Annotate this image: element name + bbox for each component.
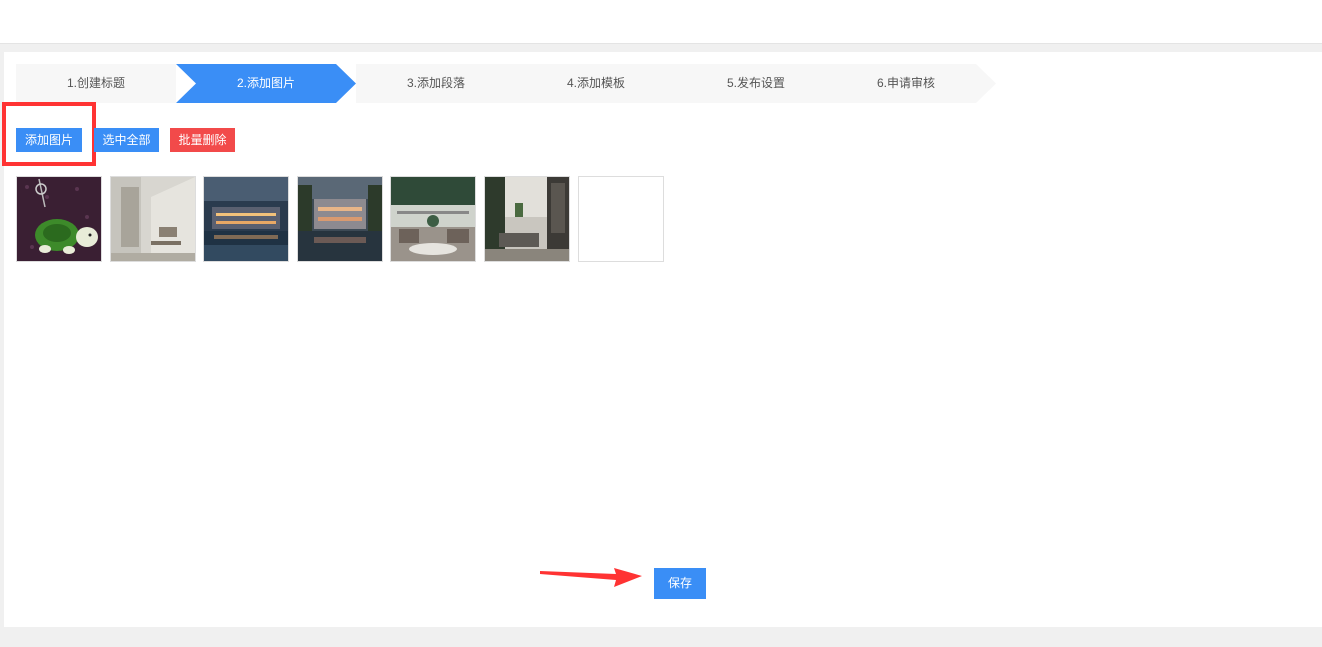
step-add-paragraph[interactable]: 3.添加段落: [356, 64, 516, 103]
arrow-annotation: [540, 568, 642, 587]
save-button[interactable]: 保存: [654, 568, 706, 599]
step-label: 5.发布设置: [726, 76, 785, 90]
image-thumbnail[interactable]: [110, 176, 196, 262]
select-all-button[interactable]: 选中全部: [94, 128, 159, 152]
empty-thumbnail-slot[interactable]: [578, 176, 664, 262]
top-bar: [0, 0, 1322, 44]
step-add-template[interactable]: 4.添加模板: [516, 64, 676, 103]
image-thumbnail[interactable]: [390, 176, 476, 262]
step-label: 4.添加模板: [566, 76, 625, 90]
image-thumbnail[interactable]: [203, 176, 289, 262]
step-wizard: 1.创建标题 2.添加图片 3.添加段落 4.添加模板 5.发布设置 6.申请审…: [16, 64, 996, 103]
step-add-image[interactable]: 2.添加图片: [176, 64, 356, 103]
step-label: 2.添加图片: [236, 76, 295, 90]
interior-room-image: [111, 177, 195, 261]
villa-night-image: [204, 177, 288, 261]
step-label: 3.添加段落: [406, 76, 465, 90]
batch-delete-button[interactable]: 批量删除: [170, 128, 235, 152]
living-room-image: [485, 177, 569, 261]
turtle-keychain-image: [17, 177, 101, 261]
step-create-title[interactable]: 1.创建标题: [16, 64, 176, 103]
step-publish-settings[interactable]: 5.发布设置: [676, 64, 836, 103]
image-thumbnail[interactable]: [297, 176, 383, 262]
image-thumbnail[interactable]: [16, 176, 102, 262]
step-label: 1.创建标题: [66, 76, 125, 90]
image-thumbnail[interactable]: [484, 176, 570, 262]
mansion-lake-image: [298, 177, 382, 261]
step-label: 6.申请审核: [876, 76, 935, 90]
step-apply-review[interactable]: 6.申请审核: [836, 64, 996, 103]
add-image-button[interactable]: 添加图片: [16, 128, 82, 152]
lounge-interior-image: [391, 177, 475, 261]
